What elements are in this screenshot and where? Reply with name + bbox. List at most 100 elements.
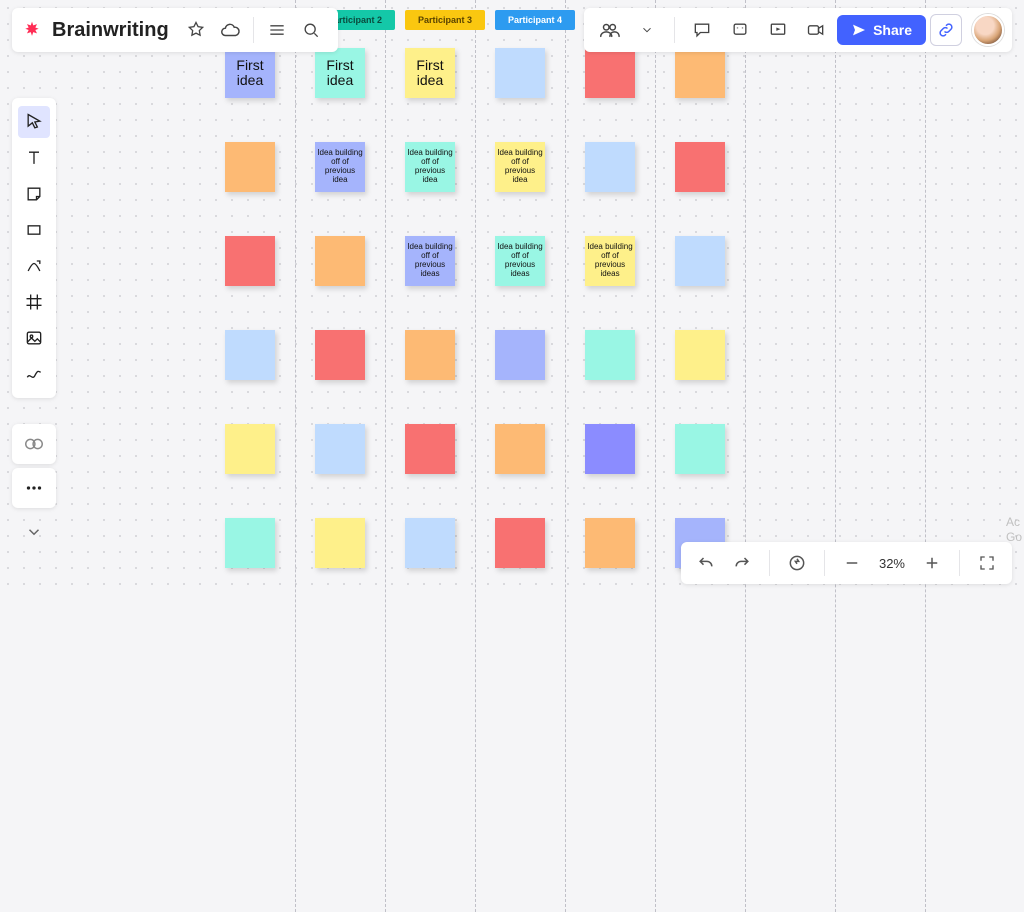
- sticky-note[interactable]: First idea: [315, 48, 365, 98]
- board-cell[interactable]: [765, 424, 815, 474]
- sticky-note[interactable]: Idea building off of previous idea: [405, 142, 455, 192]
- board-cell[interactable]: [315, 236, 365, 286]
- participant-chip[interactable]: Participant 4: [495, 10, 575, 30]
- board-cell[interactable]: [495, 330, 545, 380]
- board-cell[interactable]: [405, 424, 455, 474]
- reactions-button[interactable]: [723, 13, 757, 47]
- search-button[interactable]: [294, 13, 328, 47]
- collapse-tools-button[interactable]: [12, 512, 56, 552]
- comments-button[interactable]: [685, 13, 719, 47]
- participants-dropdown[interactable]: [630, 13, 664, 47]
- zoom-out-button[interactable]: [837, 548, 867, 578]
- board-cell[interactable]: [405, 518, 455, 568]
- video-button[interactable]: [799, 13, 833, 47]
- sticky-note[interactable]: [225, 236, 275, 286]
- board-cell[interactable]: [765, 142, 815, 192]
- board-cell[interactable]: [585, 48, 635, 98]
- board-cell[interactable]: [225, 424, 275, 474]
- sticky-note[interactable]: Idea building off of previous ideas: [585, 236, 635, 286]
- sticky-note[interactable]: [495, 330, 545, 380]
- apps-button[interactable]: [12, 424, 56, 464]
- sticky-note[interactable]: Idea building off of previous idea: [315, 142, 365, 192]
- board-cell[interactable]: [315, 424, 365, 474]
- sticky-note[interactable]: [405, 518, 455, 568]
- sticky-note[interactable]: [315, 330, 365, 380]
- present-button[interactable]: [761, 13, 795, 47]
- board-cell[interactable]: [585, 424, 635, 474]
- board-cell[interactable]: [765, 236, 815, 286]
- board-cell[interactable]: [225, 330, 275, 380]
- board-cell[interactable]: [495, 424, 545, 474]
- sticky-note[interactable]: [585, 330, 635, 380]
- board-cell[interactable]: [585, 142, 635, 192]
- star-button[interactable]: [179, 13, 213, 47]
- board-cell[interactable]: Idea building off of previous idea: [315, 142, 365, 192]
- copy-link-button[interactable]: [930, 14, 962, 46]
- board-cell[interactable]: [675, 330, 725, 380]
- frame-tool[interactable]: [18, 286, 50, 318]
- text-tool[interactable]: [18, 142, 50, 174]
- image-tool[interactable]: [18, 322, 50, 354]
- participants-button[interactable]: [592, 13, 626, 47]
- undo-button[interactable]: [691, 548, 721, 578]
- sticky-note[interactable]: [225, 142, 275, 192]
- menu-button[interactable]: [260, 13, 294, 47]
- participant-chip[interactable]: Participant 3: [405, 10, 485, 30]
- sticky-note[interactable]: [405, 330, 455, 380]
- board-cell[interactable]: First idea: [315, 48, 365, 98]
- board-cell[interactable]: Idea building off of previous ideas: [585, 236, 635, 286]
- zoom-in-button[interactable]: [917, 548, 947, 578]
- sticky-note[interactable]: [405, 424, 455, 474]
- board-cell[interactable]: [225, 142, 275, 192]
- board-cell[interactable]: [765, 330, 815, 380]
- share-button[interactable]: Share: [837, 15, 926, 45]
- board-cell[interactable]: [225, 236, 275, 286]
- board-cell[interactable]: [675, 236, 725, 286]
- sticky-note[interactable]: [225, 424, 275, 474]
- sticky-note[interactable]: First idea: [225, 48, 275, 98]
- document-title[interactable]: Brainwriting: [52, 19, 169, 42]
- board-cell[interactable]: [315, 518, 365, 568]
- sticky-note[interactable]: First idea: [405, 48, 455, 98]
- sticky-note[interactable]: [315, 236, 365, 286]
- sticky-note[interactable]: [495, 518, 545, 568]
- board-cell[interactable]: [675, 424, 725, 474]
- user-avatar[interactable]: [972, 14, 1004, 46]
- board-cell[interactable]: [765, 48, 815, 98]
- sticky-note[interactable]: [675, 48, 725, 98]
- board-cell[interactable]: [225, 518, 275, 568]
- shape-tool[interactable]: [18, 214, 50, 246]
- board-cell[interactable]: Idea building off of previous ideas: [495, 236, 545, 286]
- pen-tool[interactable]: [18, 358, 50, 390]
- board-cell[interactable]: First idea: [405, 48, 455, 98]
- board-cell[interactable]: [315, 330, 365, 380]
- sticky-note[interactable]: [495, 424, 545, 474]
- more-tools-button[interactable]: [12, 468, 56, 508]
- sticky-note[interactable]: [315, 424, 365, 474]
- board-cell[interactable]: [675, 142, 725, 192]
- sticky-note[interactable]: [585, 424, 635, 474]
- board-cell[interactable]: First idea: [225, 48, 275, 98]
- sticky-note[interactable]: [675, 330, 725, 380]
- board-cell[interactable]: [585, 330, 635, 380]
- sticky-note[interactable]: [585, 142, 635, 192]
- board-cell[interactable]: [495, 48, 545, 98]
- fullscreen-button[interactable]: [972, 548, 1002, 578]
- sticky-note[interactable]: [675, 142, 725, 192]
- board-cell[interactable]: [405, 330, 455, 380]
- cloud-status-icon[interactable]: [213, 13, 247, 47]
- board-cell[interactable]: Idea building off of previous idea: [405, 142, 455, 192]
- board-cell[interactable]: [585, 518, 635, 568]
- sticky-note[interactable]: [495, 48, 545, 98]
- select-tool[interactable]: [18, 106, 50, 138]
- sticky-note[interactable]: Idea building off of previous idea: [495, 142, 545, 192]
- sticky-note[interactable]: Idea building off of previous ideas: [405, 236, 455, 286]
- redo-button[interactable]: [727, 548, 757, 578]
- zoom-level[interactable]: 32%: [873, 556, 911, 571]
- board-cell[interactable]: [675, 48, 725, 98]
- board-cell[interactable]: Idea building off of previous ideas: [405, 236, 455, 286]
- line-tool[interactable]: [18, 250, 50, 282]
- sticky-note[interactable]: [585, 518, 635, 568]
- map-button[interactable]: [782, 548, 812, 578]
- sticky-note[interactable]: Idea building off of previous ideas: [495, 236, 545, 286]
